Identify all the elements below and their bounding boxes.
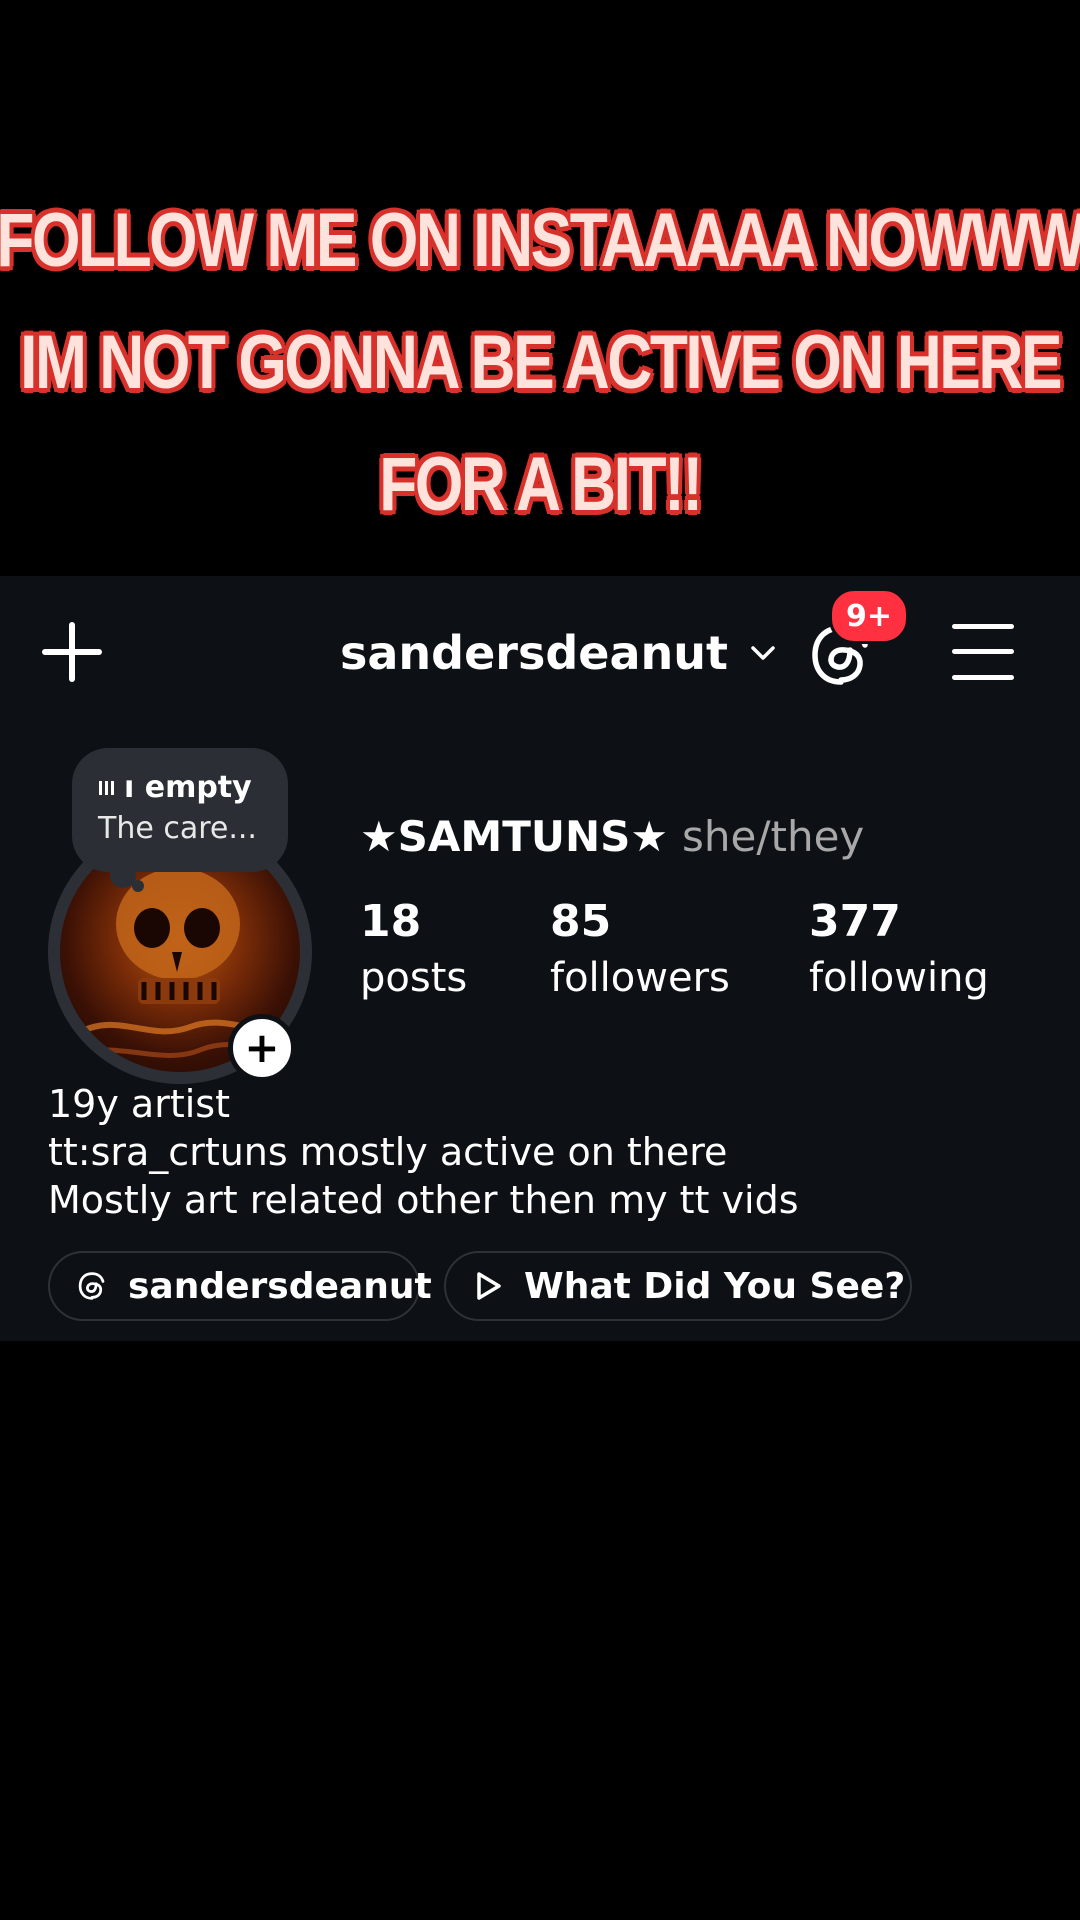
bio: 19y artist tt:sra_crtuns mostly active o… <box>48 1080 799 1224</box>
note-bubble[interactable]: ı empty The care... <box>72 748 288 872</box>
caption-line: IM NOT GONNA BE ACTIVE ON HERE <box>20 320 1062 405</box>
account-switcher[interactable]: sandersdeanut <box>340 618 778 688</box>
display-name: ★SAMTUNS★ <box>360 812 669 861</box>
bio-line: 19y artist <box>48 1082 230 1126</box>
music-bars-icon <box>99 780 114 795</box>
stat-label: posts <box>360 955 468 1001</box>
followers-stat[interactable]: 85 followers <box>550 894 730 1006</box>
stat-label: following <box>809 955 989 1001</box>
video-link-chip[interactable]: What Did You See? <box>444 1251 912 1321</box>
caption-line: FOLLOW ME ON INSTAAAAA NOWWW <box>0 198 1080 283</box>
play-icon <box>477 1272 501 1300</box>
notification-badge: 9+ <box>829 588 909 644</box>
menu-icon[interactable] <box>952 622 1014 682</box>
following-stat[interactable]: 377 following <box>809 894 989 1006</box>
caption-line: FOR A BIT!! <box>379 442 703 527</box>
chevron-down-icon <box>751 646 775 660</box>
add-story-button[interactable]: + <box>228 1014 296 1082</box>
caption-banner: FOLLOW ME ON INSTAAAAA NOWWW IM NOT GONN… <box>0 0 1080 576</box>
stat-value: 18 <box>360 896 422 947</box>
stat-value: 85 <box>550 896 612 947</box>
username: sandersdeanut <box>340 626 729 680</box>
top-bar: sandersdeanut 9+ <box>0 576 1080 726</box>
threads-icon <box>78 1272 105 1300</box>
chip-label: What Did You See? <box>524 1265 906 1307</box>
note-tail <box>132 880 144 892</box>
stat-value: 377 <box>809 896 901 947</box>
create-plus-icon[interactable] <box>40 620 104 684</box>
bio-line: Mostly art related other then my tt vids <box>48 1178 799 1222</box>
note-song-title: ı empty <box>124 770 252 805</box>
profile-panel: sandersdeanut 9+ + ı empty The care... ★… <box>0 576 1080 1341</box>
note-artist: The care... <box>98 811 257 846</box>
stat-label: followers <box>550 955 730 1001</box>
pronouns: she/they <box>682 812 865 861</box>
bio-line: tt:sra_crtuns mostly active on there <box>48 1130 728 1174</box>
threads-link-chip[interactable]: sandersdeanut <box>48 1251 432 1321</box>
name-row: ★SAMTUNS★ she/they <box>360 812 864 861</box>
chip-label: sandersdeanut <box>128 1265 432 1307</box>
posts-stat[interactable]: 18 posts <box>360 894 467 1006</box>
